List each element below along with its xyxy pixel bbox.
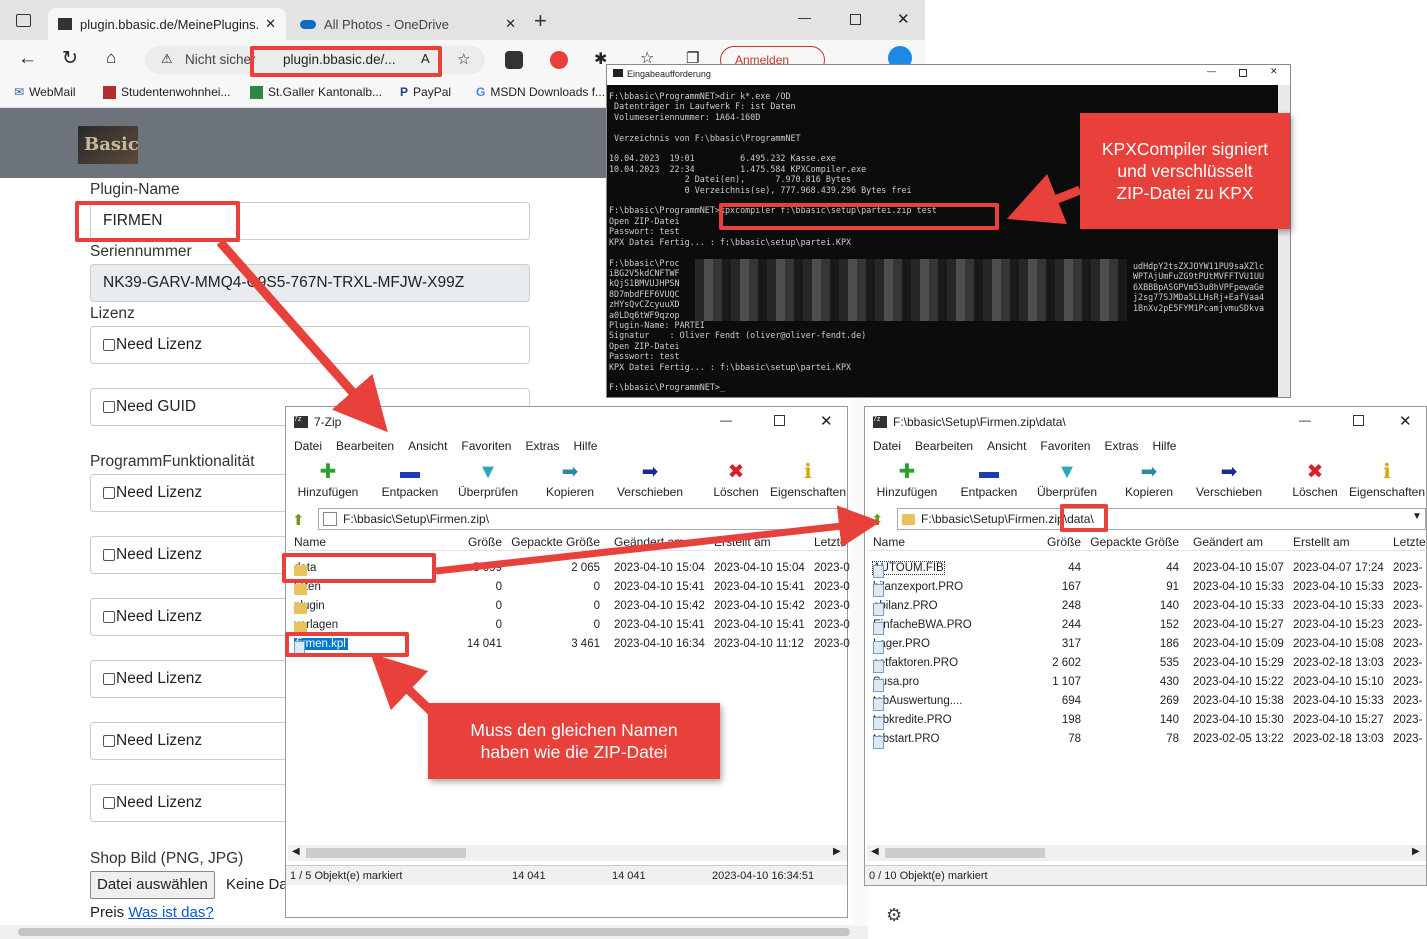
annotation-arrows — [216, 173, 1082, 716]
arrow-plugin-to-zip — [216, 239, 388, 433]
arrow-data-to-right — [435, 505, 881, 575]
arrow-callout-to-kpl — [370, 653, 436, 716]
arrow-callout-to-command — [1006, 173, 1082, 225]
